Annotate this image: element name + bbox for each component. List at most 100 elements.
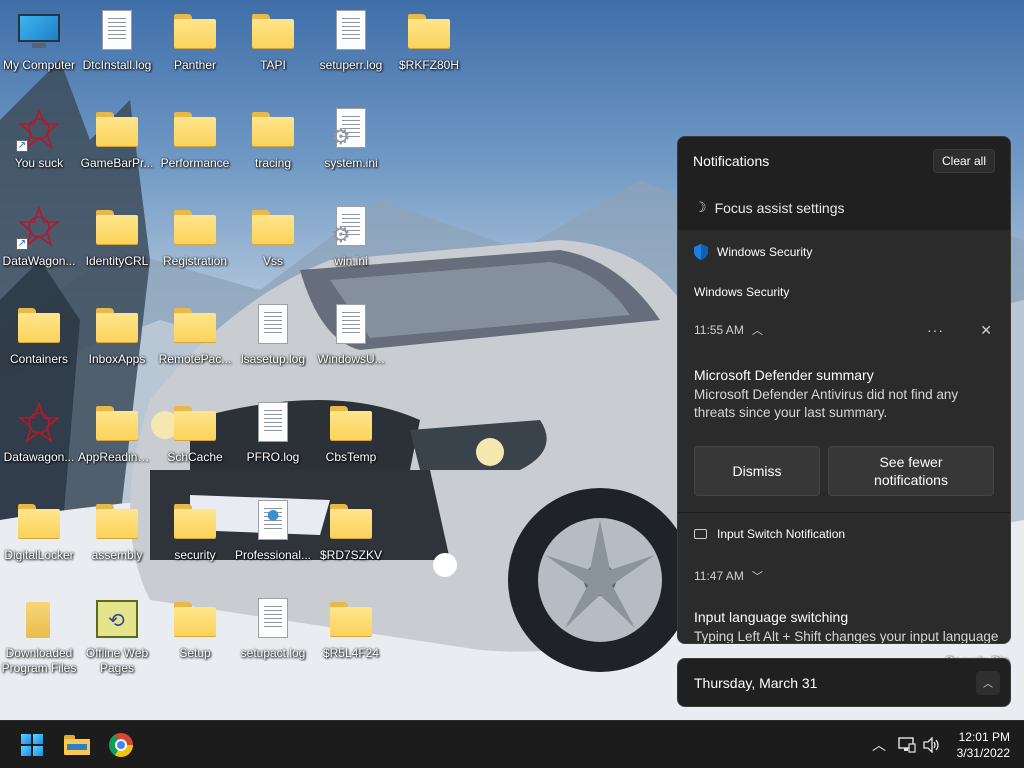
folder-icon [96, 112, 138, 146]
desktop-icon[interactable]: $RKFZ80H [390, 2, 468, 92]
desktop-icon-glyph: ↗ [16, 206, 62, 250]
desktop-icon-glyph [250, 206, 296, 248]
desktop-icon-glyph [94, 108, 140, 150]
folder-icon [408, 14, 450, 48]
desktop-icon[interactable]: setupact.log [234, 590, 312, 680]
desktop-icon[interactable]: DigitalLocker [0, 492, 78, 582]
notification-body: Typing Left Alt + Shift changes your inp… [694, 629, 999, 644]
desktop-icon[interactable]: system.ini [312, 100, 390, 190]
see-fewer-notifications-button[interactable]: See fewer notifications [828, 446, 994, 496]
network-button[interactable] [898, 721, 916, 768]
folder-icon [96, 406, 138, 440]
chevron-up-icon[interactable]: ︿ [752, 322, 763, 338]
desktop-icon-label: My Computer [2, 58, 76, 72]
desktop-icon-label: win.ini [334, 254, 368, 268]
desktop-icon[interactable]: Vss [234, 198, 312, 288]
desktop-icon[interactable]: WindowsU... [312, 296, 390, 386]
desktop-icon-label: system.ini [324, 156, 378, 170]
desktop-icon-label: $RKFZ80H [398, 58, 460, 72]
desktop-icon[interactable]: TAPI [234, 2, 312, 92]
volume-button[interactable] [923, 721, 941, 768]
text-file-icon [258, 402, 288, 442]
chevron-up-icon: ︿ [872, 737, 886, 753]
desktop-icon-glyph [94, 402, 140, 444]
desktop-icon[interactable]: Registration [156, 198, 234, 288]
desktop-icon-glyph [328, 500, 374, 542]
desktop-icon-label: Vss [262, 254, 283, 268]
desktop-icon[interactable]: assembly [78, 492, 156, 582]
close-icon[interactable]: ✕ [980, 322, 992, 339]
chevron-down-icon[interactable]: ﹀ [752, 568, 763, 584]
dismiss-button[interactable]: Dismiss [694, 446, 820, 496]
desktop-icon[interactable]: Performance [156, 100, 234, 190]
desktop-icon-glyph [328, 304, 374, 346]
desktop-icon-glyph [250, 598, 296, 640]
desktop-icon-glyph [328, 206, 374, 248]
desktop-icon[interactable]: security [156, 492, 234, 582]
focus-assist-settings-link[interactable]: ☽ Focus assist settings [678, 185, 1010, 231]
desktop-icon[interactable]: DtcInstall.log [78, 2, 156, 92]
chevron-up-icon[interactable]: ︿ [976, 670, 1000, 695]
desktop-icon[interactable]: ↗ You suck [0, 100, 78, 190]
desktop-icon-glyph [94, 10, 140, 52]
notification-card-defender[interactable]: Windows Security Windows Security 11:55 … [678, 231, 1010, 512]
desktop-icon[interactable]: InboxApps [78, 296, 156, 386]
settings-file-icon [331, 206, 366, 248]
desktop-icon-glyph [328, 108, 374, 150]
taskbar-clock[interactable]: 12:01 PM 3/31/2022 [957, 729, 1010, 761]
desktop-icon-label: Registration [162, 254, 228, 268]
start-button[interactable] [16, 729, 48, 761]
desktop-icon[interactable]: $R5L4F24 [312, 590, 390, 680]
desktop-icon[interactable]: Datawagon... [0, 394, 78, 484]
chrome-icon [109, 733, 133, 757]
desktop-icon-glyph [406, 10, 452, 52]
shield-icon [694, 244, 708, 260]
desktop-icon[interactable]: Panther [156, 2, 234, 92]
text-file-icon [336, 304, 366, 344]
more-options-icon[interactable]: ··· [927, 322, 944, 338]
desktop-icon[interactable]: Containers [0, 296, 78, 386]
desktop-icon[interactable]: ↗ DataWagon... [0, 198, 78, 288]
desktop-icon[interactable]: $RD7SZKV [312, 492, 390, 582]
notification-group-title: Windows Security [694, 285, 790, 299]
desktop-icon-label: setuperr.log [319, 58, 383, 72]
notification-card-input-switch[interactable]: Input Switch Notification 11:47 AM ﹀ Inp… [678, 512, 1010, 644]
star-icon [18, 402, 60, 444]
notification-center: Notifications Clear all ☽ Focus assist s… [677, 136, 1011, 644]
clear-all-button[interactable]: Clear all [932, 149, 995, 173]
desktop-icon[interactable]: Professional... [234, 492, 312, 582]
desktop-icon[interactable]: RemotePac... [156, 296, 234, 386]
chrome-button[interactable] [105, 729, 137, 761]
desktop-icon[interactable]: setuperr.log [312, 2, 390, 92]
folder-icon [64, 735, 90, 755]
desktop-icon[interactable]: PFRO.log [234, 394, 312, 484]
desktop-icon[interactable]: lsasetup.log [234, 296, 312, 386]
desktop-icon[interactable]: ⟲ Offline Web Pages [78, 590, 156, 680]
desktop-icon[interactable]: SchCache [156, 394, 234, 484]
desktop-icon[interactable]: Downloaded Program Files [0, 590, 78, 680]
desktop-icon-glyph [172, 10, 218, 52]
shortcut-arrow-icon: ↗ [16, 238, 28, 250]
folder-icon [174, 308, 216, 342]
desktop-icon-label: Datawagon... [3, 450, 75, 464]
folder-icon [330, 406, 372, 440]
moon-icon: ☽ [694, 199, 707, 215]
desktop-icon-glyph [172, 108, 218, 150]
desktop-icon[interactable]: AppReadiness [78, 394, 156, 484]
desktop-icon[interactable]: tracing [234, 100, 312, 190]
desktop-icon[interactable]: GameBarPr... [78, 100, 156, 190]
file-explorer-button[interactable] [61, 729, 93, 761]
desktop-icon-glyph [94, 304, 140, 346]
desktop-icon-label: Containers [9, 352, 69, 366]
calendar-flyout[interactable]: Thursday, March 31 ︿ [677, 658, 1011, 707]
desktop-icon[interactable]: My Computer [0, 2, 78, 92]
desktop-icon[interactable]: IdentityCRL [78, 198, 156, 288]
notification-header: Notifications Clear all [678, 137, 1010, 185]
desktop-icon[interactable]: Setup [156, 590, 234, 680]
desktop-icon[interactable]: CbsTemp [312, 394, 390, 484]
folder-icon [174, 112, 216, 146]
folder-icon [252, 112, 294, 146]
desktop-icon[interactable]: win.ini [312, 198, 390, 288]
tray-overflow-button[interactable]: ︿ [872, 721, 886, 768]
folder-icon [252, 210, 294, 244]
